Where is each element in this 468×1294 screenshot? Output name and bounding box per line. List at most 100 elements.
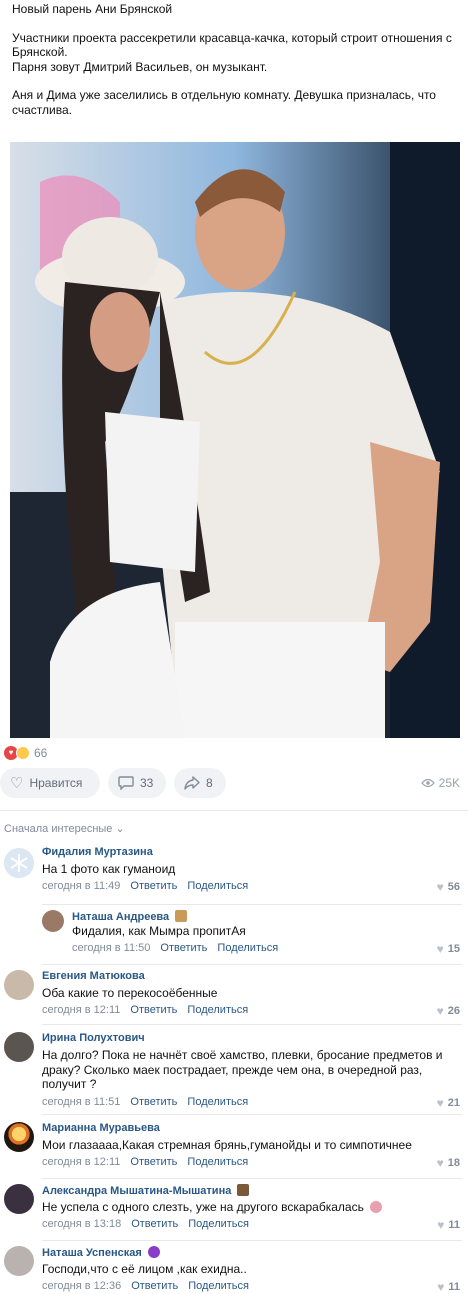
comment-author[interactable]: Марианна Муравьева xyxy=(42,1122,160,1134)
comment-author[interactable]: Ирина Полухтович xyxy=(42,1032,145,1044)
comment-text: Не успела с одного слезть, уже на другог… xyxy=(42,1200,446,1215)
avatar[interactable] xyxy=(4,1122,34,1152)
comment-like-button[interactable]: ♥ 11 xyxy=(437,1218,460,1232)
reply-button[interactable]: Ответить xyxy=(130,1156,177,1168)
heart-icon: ♥ xyxy=(436,880,444,894)
avatar[interactable] xyxy=(4,970,34,1000)
comment-text: На долго? Пока не начнёт своё хамство, п… xyxy=(42,1048,443,1091)
comment-time[interactable]: сегодня в 11:50 xyxy=(72,942,150,954)
share-icon xyxy=(184,776,200,790)
share-comment-button[interactable]: Поделиться xyxy=(188,1218,249,1230)
post-actions: ♡ Нравится 33 8 25K xyxy=(0,768,468,798)
divider xyxy=(42,1114,462,1115)
like-count: 56 xyxy=(447,881,460,893)
comment-text: Оба какие то перекосоёбенные xyxy=(42,986,218,1000)
comment-like-button[interactable]: ♥ 56 xyxy=(437,880,460,894)
like-count: 11 xyxy=(448,1281,460,1293)
comment-meta: сегодня в 11:49 Ответить Поделиться xyxy=(42,880,248,892)
reply-button[interactable]: Ответить xyxy=(130,1004,177,1016)
reactions-summary[interactable]: ♥ 66 xyxy=(4,744,47,762)
comment-author[interactable]: Фидалия Муртазина xyxy=(42,846,153,858)
comments-count: 33 xyxy=(140,776,154,790)
chevron-down-icon: ⌄ xyxy=(115,823,125,835)
post-paragraph: Участники проекта рассекретили красавца-… xyxy=(12,30,452,60)
comment-text: Господи,что с её лицом ,как ехидна.. xyxy=(42,1262,247,1276)
shares-count: 8 xyxy=(206,776,213,790)
laugh-reaction-icon xyxy=(16,746,30,760)
heart-icon: ♡ xyxy=(10,775,24,792)
comment: Наташа Успенская Господи,что с её лицом … xyxy=(0,1240,468,1294)
avatar[interactable] xyxy=(4,848,34,878)
comment: Марианна Муравьева Мои глазаааа,Какая ст… xyxy=(0,1114,468,1176)
share-comment-button[interactable]: Поделиться xyxy=(187,1096,248,1108)
comment-author[interactable]: Наташа Андреева xyxy=(72,910,188,923)
like-count: 26 xyxy=(447,1005,460,1017)
share-comment-button[interactable]: Поделиться xyxy=(187,1004,248,1016)
comment-like-button[interactable]: ♥ 21 xyxy=(437,1096,460,1110)
divider xyxy=(42,904,462,905)
like-button[interactable]: ♡ Нравится xyxy=(0,768,100,798)
comment-time[interactable]: сегодня в 11:49 xyxy=(42,880,120,892)
divider xyxy=(42,964,462,965)
share-comment-button[interactable]: Поделиться xyxy=(187,880,248,892)
divider xyxy=(42,1024,462,1025)
share-comment-button[interactable]: Поделиться xyxy=(188,1280,249,1292)
comment-time[interactable]: сегодня в 13:18 xyxy=(42,1218,121,1230)
comment-meta: сегодня в 11:50 Ответить Поделиться xyxy=(72,942,278,954)
post-photo[interactable] xyxy=(10,142,460,738)
heart-icon: ♥ xyxy=(436,1156,444,1170)
post-text: Новый парень Ани Брянской Участники прое… xyxy=(12,2,460,117)
sort-dropdown[interactable]: Сначала интересные ⌄ xyxy=(4,822,125,835)
reply-button[interactable]: Ответить xyxy=(160,942,207,954)
share-button[interactable]: 8 xyxy=(174,768,226,798)
comment-reply: Наташа Андреева Фидалия, как Мымра пропи… xyxy=(0,904,468,960)
like-count: 21 xyxy=(447,1097,460,1109)
comment-time[interactable]: сегодня в 12:11 xyxy=(42,1156,120,1168)
comment-like-button[interactable]: ♥ 26 xyxy=(437,1004,460,1018)
briefcase-emoji-icon xyxy=(237,1184,250,1196)
avatar[interactable] xyxy=(42,910,64,932)
comment-time[interactable]: сегодня в 11:51 xyxy=(42,1096,120,1108)
share-comment-button[interactable]: Поделиться xyxy=(187,1156,248,1168)
comment-like-button[interactable]: ♥ 18 xyxy=(437,1156,460,1170)
snowflake-avatar-icon xyxy=(4,848,34,878)
comment-time[interactable]: сегодня в 12:36 xyxy=(42,1280,121,1292)
comment-like-button[interactable]: ♥ 11 xyxy=(437,1280,460,1294)
photo-illustration xyxy=(10,142,460,738)
avatar[interactable] xyxy=(4,1246,34,1276)
heart-icon: ♥ xyxy=(436,1004,444,1018)
sort-label: Сначала интересные xyxy=(4,823,113,835)
avatar[interactable] xyxy=(4,1032,34,1062)
comment: Фидалия Муртазина На 1 фото как гуманоид… xyxy=(0,842,468,902)
devil-emoji-icon xyxy=(147,1246,160,1258)
comment-meta: сегодня в 12:11 Ответить Поделиться xyxy=(42,1004,248,1016)
comment-author[interactable]: Евгения Матюкова xyxy=(42,970,145,982)
reactions-count: 66 xyxy=(34,746,48,760)
comment-author[interactable]: Наташа Успенская xyxy=(42,1246,160,1259)
comment-icon xyxy=(118,776,134,790)
heart-icon: ♥ xyxy=(437,1280,445,1294)
eye-icon xyxy=(420,778,435,788)
woman-emoji-icon xyxy=(370,1201,383,1213)
comment-author[interactable]: Александра Мышатина-Мышатина xyxy=(42,1184,250,1197)
reply-button[interactable]: Ответить xyxy=(131,1280,178,1292)
views-count: 25K xyxy=(438,776,460,790)
comment-time[interactable]: сегодня в 12:11 xyxy=(42,1004,120,1016)
divider xyxy=(0,810,468,811)
heart-icon: ♥ xyxy=(437,1218,445,1232)
reply-button[interactable]: Ответить xyxy=(130,880,177,892)
comment-like-button[interactable]: ♥ 15 xyxy=(437,942,460,956)
reply-button[interactable]: Ответить xyxy=(130,1096,177,1108)
like-count: 11 xyxy=(448,1219,460,1231)
reply-button[interactable]: Ответить xyxy=(131,1218,178,1230)
comment: Евгения Матюкова Оба какие то перекосоёб… xyxy=(0,964,468,1022)
avatar[interactable] xyxy=(4,1184,34,1214)
comment: Александра Мышатина-Мышатина Не успела с… xyxy=(0,1178,468,1238)
like-count: 15 xyxy=(447,943,460,955)
post-title: Новый парень Ани Брянской xyxy=(12,2,173,16)
comments-button[interactable]: 33 xyxy=(108,768,166,798)
share-comment-button[interactable]: Поделиться xyxy=(217,942,278,954)
like-label: Нравится xyxy=(29,776,83,790)
comment-meta: сегодня в 12:36 Ответить Поделиться xyxy=(42,1280,249,1292)
cat-emoji-icon xyxy=(175,910,188,922)
